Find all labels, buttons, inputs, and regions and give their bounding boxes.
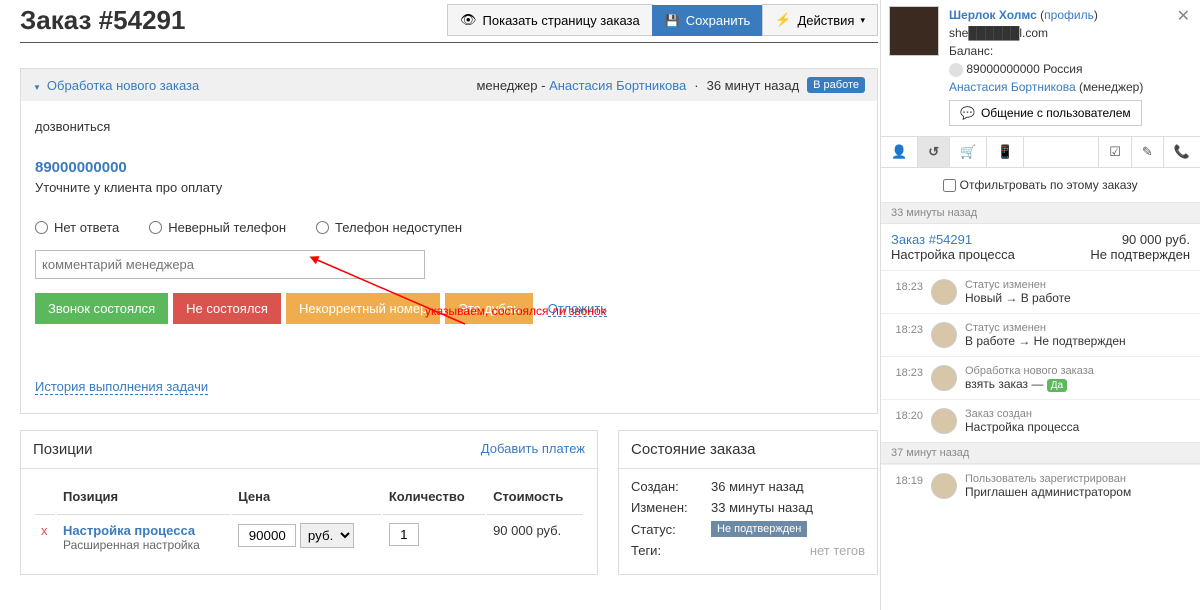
user-phone: 89000000000 Россия [966,62,1082,76]
chat-button[interactable]: Общение с пользователем [949,100,1142,126]
manager-link[interactable]: Анастасия Бортникова [549,78,686,93]
event-row: 18:19Пользователь зарегистрированПриглаш… [881,464,1200,507]
user-link[interactable]: Шерлок Холмс [949,8,1037,22]
item-name[interactable]: Настройка процесса [63,523,195,538]
price-input[interactable] [238,524,296,547]
actions-dropdown[interactable]: Действия [762,4,878,36]
call-fail-button[interactable]: Не состоялся [173,293,281,324]
qty-input[interactable] [389,523,419,546]
event-row: 18:23Статус измененНовый → В работе [881,270,1200,313]
time-separator: 37 минут назад [881,442,1200,464]
chat-icon [960,106,975,120]
page-title: Заказ #54291 [20,5,447,36]
close-icon[interactable]: ✕ [1177,6,1190,26]
reach-label: дозвониться [35,119,863,134]
avatar [889,6,939,56]
avatar [931,322,957,348]
tab-call[interactable] [1164,137,1200,167]
add-payment-link[interactable]: Добавить платеж [481,441,585,458]
tab-user[interactable] [881,137,918,167]
order-summary: Заказ #5429190 000 руб. Настройка процес… [881,224,1200,270]
show-page-button[interactable]: Показать страницу заказа [447,4,653,36]
user-email: she██████l.com [949,24,1192,42]
event-row: 18:23Статус измененВ работе → Не подтвер… [881,313,1200,356]
annotation-text: указываем, состоялся ли звонок [425,304,606,318]
task-time: 36 минут назад [707,78,800,93]
radio-no-answer[interactable]: Нет ответа [35,220,119,235]
remove-item[interactable]: x [41,523,48,538]
save-button[interactable]: Сохранить [652,5,764,36]
phone-icon [949,63,963,77]
item-total: 90 000 руб. [487,517,583,558]
tab-history[interactable] [918,137,950,167]
side-manager-link[interactable]: Анастасия Бортникова [949,80,1076,94]
avatar [931,408,957,434]
positions-title: Позиции [33,441,481,458]
bolt-icon [775,12,791,28]
positions-panel: Позиции Добавить платеж Позиция Цена Кол… [20,430,598,575]
filter-by-order[interactable]: Отфильтровать по этому заказу [943,178,1137,192]
event-row: 18:23Обработка нового заказавзять заказ … [881,356,1200,399]
call-phone[interactable]: 89000000000 [35,159,863,176]
order-state-panel: Состояние заказа Создан:36 минут назад И… [618,430,878,575]
yes-badge: Да [1047,379,1067,392]
task-manager: менеджер - Анастасия Бортникова [476,78,686,93]
call-success-button[interactable]: Звонок состоялся [35,293,168,324]
state-title: Состояние заказа [631,441,865,458]
avatar [931,365,957,391]
avatar [931,279,957,305]
event-row: 18:20Заказ созданНастройка процесса [881,399,1200,442]
profile-link[interactable]: профиль [1044,8,1094,22]
task-status-badge: В работе [807,77,865,93]
page-header: Заказ #54291 Показать страницу заказа Со… [20,4,878,43]
side-tabs [881,136,1200,168]
item-sub: Расширенная настройка [63,538,224,552]
sidebar: ✕ Шерлок Холмс (профиль) she██████l.com … [880,0,1200,610]
call-instruction: Уточните у клиента про оплату [35,180,863,195]
time-separator: 33 минуты назад [881,202,1200,224]
tab-mobile[interactable] [987,137,1024,167]
radio-unreachable[interactable]: Телефон недоступен [316,220,462,235]
comment-input[interactable] [35,250,425,279]
task-history-link[interactable]: История выполнения задачи [35,379,208,395]
status-badge: Не подтвержден [711,521,807,537]
task-panel: Обработка нового заказа менеджер - Анаст… [20,68,878,414]
tab-cart[interactable] [950,137,987,167]
table-row: x Настройка процессаРасширенная настройк… [35,517,583,558]
tab-edit[interactable] [1132,137,1164,167]
save-icon [665,13,680,28]
summary-order-link[interactable]: Заказ #54291 [891,232,1122,247]
chevron-down-icon [33,78,41,93]
eye-icon [460,12,477,28]
summary-amount: 90 000 руб. [1122,232,1190,247]
tab-check[interactable] [1099,137,1132,167]
currency-select[interactable]: руб. [300,523,354,548]
radio-wrong-phone[interactable]: Неверный телефон [149,220,286,235]
avatar [931,473,957,499]
balance-label: Баланс: [949,42,1192,60]
wrong-number-button[interactable]: Некорректный номер [286,293,440,324]
task-toggle[interactable]: Обработка нового заказа [33,78,468,93]
